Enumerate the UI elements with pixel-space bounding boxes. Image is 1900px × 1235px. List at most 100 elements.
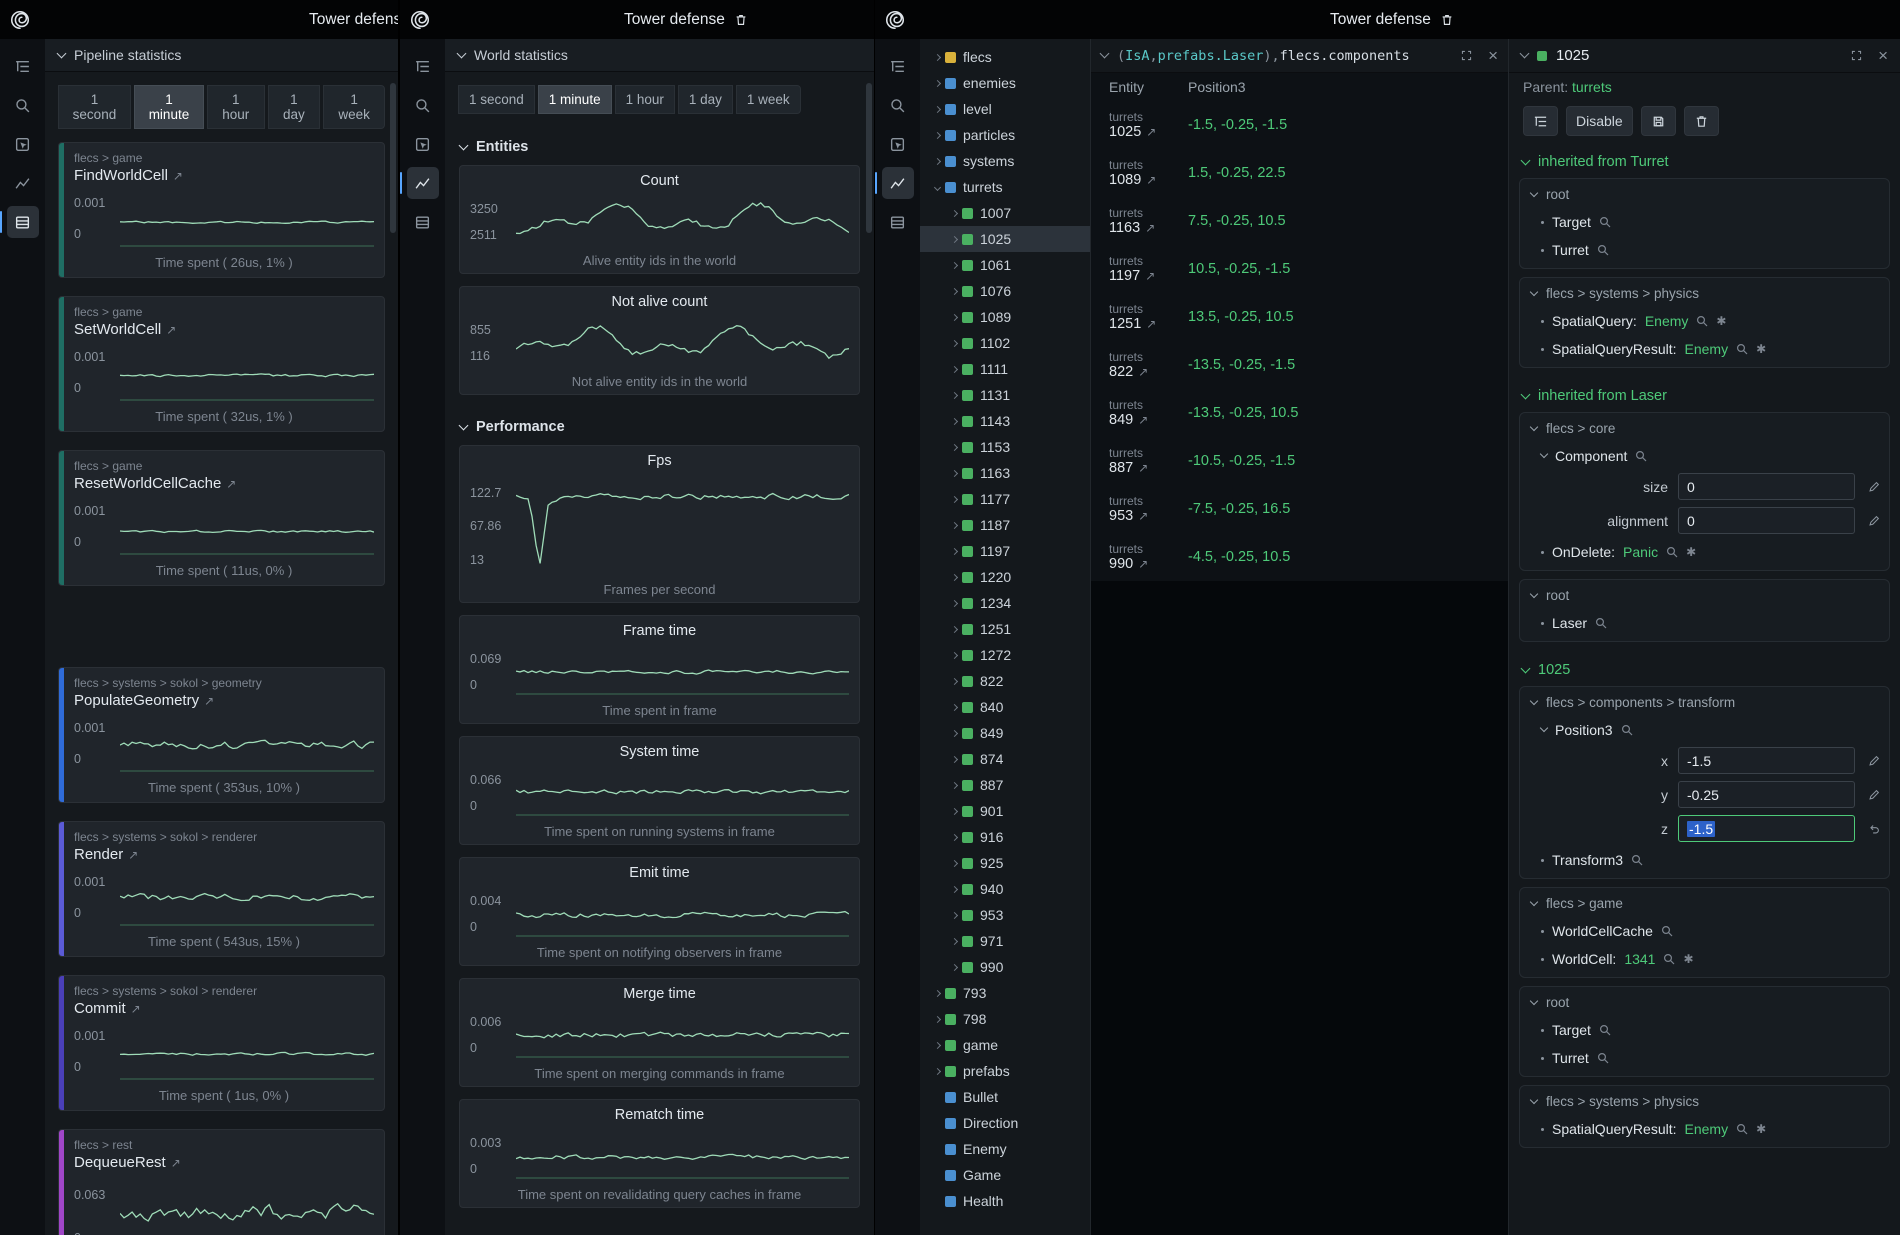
field-edit-icon[interactable] (1865, 514, 1883, 528)
tree-item[interactable]: 1163 (920, 460, 1090, 486)
search-icon[interactable] (1736, 343, 1748, 355)
expand-arrow-icon[interactable] (930, 133, 945, 138)
tree-item[interactable]: 1089 (920, 304, 1090, 330)
time-range-button[interactable]: 1 hour (207, 85, 265, 129)
system-link[interactable]: Render↗ (74, 846, 374, 863)
system-link[interactable]: PopulateGeometry↗ (74, 692, 374, 709)
expand-arrow-icon[interactable] (930, 107, 945, 112)
time-range-button[interactable]: 1 week (736, 85, 801, 114)
tree-item[interactable]: 990 (920, 954, 1090, 980)
query-result-row[interactable]: turrets 1025↗ -1.5, -0.25, -1.5 (1091, 101, 1508, 149)
system-link[interactable]: FindWorldCell↗ (74, 167, 374, 184)
time-range-button[interactable]: 1 minute (538, 85, 612, 114)
result-entity-cell[interactable]: turrets 1197↗ (1109, 254, 1188, 285)
expand-arrow-icon[interactable] (947, 341, 962, 346)
query-result-row[interactable]: turrets 953↗ -7.5, -0.25, 16.5 (1091, 485, 1508, 533)
close-icon[interactable]: × (1878, 47, 1888, 64)
query-result-row[interactable]: turrets 1089↗ 1.5, -0.25, 22.5 (1091, 149, 1508, 197)
tree-item[interactable]: 925 (920, 850, 1090, 876)
search-icon[interactable] (882, 89, 914, 121)
traverse-icon[interactable]: ✱ (1756, 342, 1766, 356)
tree-item[interactable]: Health (920, 1188, 1090, 1214)
tree-item[interactable]: 1102 (920, 330, 1090, 356)
expand-arrow-icon[interactable] (947, 471, 962, 476)
expand-arrow-icon[interactable] (947, 939, 962, 944)
collapse-chevron-icon[interactable] (1100, 49, 1110, 59)
tree-item[interactable]: 1007 (920, 200, 1090, 226)
stats-panel-icon[interactable] (882, 206, 914, 238)
system-link[interactable]: SetWorldCell↗ (74, 321, 374, 338)
delete-world-icon[interactable] (1440, 13, 1454, 27)
system-link[interactable]: DequeueRest↗ (74, 1154, 374, 1171)
tree-item[interactable]: 916 (920, 824, 1090, 850)
entity-id-link[interactable]: 1089↗ (1109, 172, 1188, 189)
inspector-section-header[interactable]: inherited from Laser (1509, 376, 1900, 410)
section-header[interactable]: Performance (445, 407, 874, 445)
search-icon[interactable] (1736, 1123, 1748, 1135)
tree-item[interactable]: 971 (920, 928, 1090, 954)
time-range-button[interactable]: 1 week (323, 85, 385, 129)
field-input[interactable]: 0 (1678, 473, 1855, 500)
close-icon[interactable]: × (1488, 47, 1498, 64)
entity-id-link[interactable]: 849↗ (1109, 412, 1188, 429)
tree-item[interactable]: 793 (920, 980, 1090, 1006)
scrollbar-thumb[interactable] (390, 83, 396, 233)
component-row[interactable]: Component (1520, 442, 1889, 470)
search-icon[interactable] (1635, 450, 1647, 462)
field-edit-icon[interactable] (1865, 480, 1883, 494)
component-group-header[interactable]: root (1520, 179, 1889, 208)
traverse-icon[interactable]: ✱ (1756, 1122, 1766, 1136)
disable-button[interactable]: Disable (1566, 106, 1633, 136)
delete-entity-button[interactable] (1684, 106, 1719, 136)
expand-arrow-icon[interactable] (947, 731, 962, 736)
chart-panel-icon[interactable] (7, 167, 39, 199)
tree-item[interactable]: prefabs (920, 1058, 1090, 1084)
component-group-header[interactable]: flecs > systems > physics (1520, 1086, 1889, 1115)
search-icon[interactable] (1631, 854, 1643, 866)
search-icon[interactable] (1595, 617, 1607, 629)
tree-item[interactable]: 1187 (920, 512, 1090, 538)
expand-arrow-icon[interactable] (947, 367, 962, 372)
result-entity-cell[interactable]: turrets 1025↗ (1109, 110, 1188, 141)
expand-arrow-icon[interactable] (947, 601, 962, 606)
tree-item[interactable]: 953 (920, 902, 1090, 928)
query-result-row[interactable]: turrets 822↗ -13.5, -0.25, -1.5 (1091, 341, 1508, 389)
tree-item[interactable]: 1076 (920, 278, 1090, 304)
time-range-button[interactable]: 1 hour (615, 85, 675, 114)
expand-panel-icon[interactable] (1850, 49, 1863, 62)
tree-item[interactable]: particles (920, 122, 1090, 148)
world-panel-header[interactable]: World statistics (445, 39, 874, 72)
tree-item[interactable]: 1111 (920, 356, 1090, 382)
stats-panel-icon[interactable] (407, 206, 439, 238)
entity-id-link[interactable]: 822↗ (1109, 364, 1188, 381)
expand-arrow-icon[interactable] (930, 55, 945, 60)
delete-world-icon[interactable] (734, 13, 748, 27)
field-edit-icon[interactable] (1865, 788, 1883, 802)
query-expression[interactable]: (IsA, prefabs.Laser), flecs.components (1117, 48, 1444, 64)
traverse-icon[interactable]: ✱ (1716, 314, 1726, 328)
tree-item[interactable]: systems (920, 148, 1090, 174)
expand-arrow-icon[interactable] (930, 1017, 945, 1022)
tree-item[interactable]: turrets (920, 174, 1090, 200)
result-entity-cell[interactable]: turrets 953↗ (1109, 494, 1188, 525)
result-entity-cell[interactable]: turrets 1089↗ (1109, 158, 1188, 189)
chart-panel-icon[interactable] (882, 167, 914, 199)
entity-id-link[interactable]: 953↗ (1109, 508, 1188, 525)
tree-item[interactable]: 798 (920, 1006, 1090, 1032)
entity-id-link[interactable]: 1197↗ (1109, 268, 1188, 285)
expand-arrow-icon[interactable] (930, 1069, 945, 1074)
tree-item[interactable]: 1272 (920, 642, 1090, 668)
traverse-icon[interactable]: ✱ (1683, 952, 1693, 966)
expand-arrow-icon[interactable] (947, 913, 962, 918)
query-result-row[interactable]: turrets 887↗ -10.5, -0.25, -1.5 (1091, 437, 1508, 485)
tree-item[interactable]: 901 (920, 798, 1090, 824)
tree-item[interactable]: 1197 (920, 538, 1090, 564)
search-icon[interactable] (1661, 925, 1673, 937)
parent-link[interactable]: turrets (1572, 79, 1612, 95)
expand-arrow-icon[interactable] (947, 627, 962, 632)
tree-item[interactable]: 1143 (920, 408, 1090, 434)
entity-id-link[interactable]: 1163↗ (1109, 220, 1188, 237)
field-edit-icon[interactable] (1865, 754, 1883, 768)
expand-arrow-icon[interactable] (930, 185, 945, 190)
tree-item[interactable]: Enemy (920, 1136, 1090, 1162)
